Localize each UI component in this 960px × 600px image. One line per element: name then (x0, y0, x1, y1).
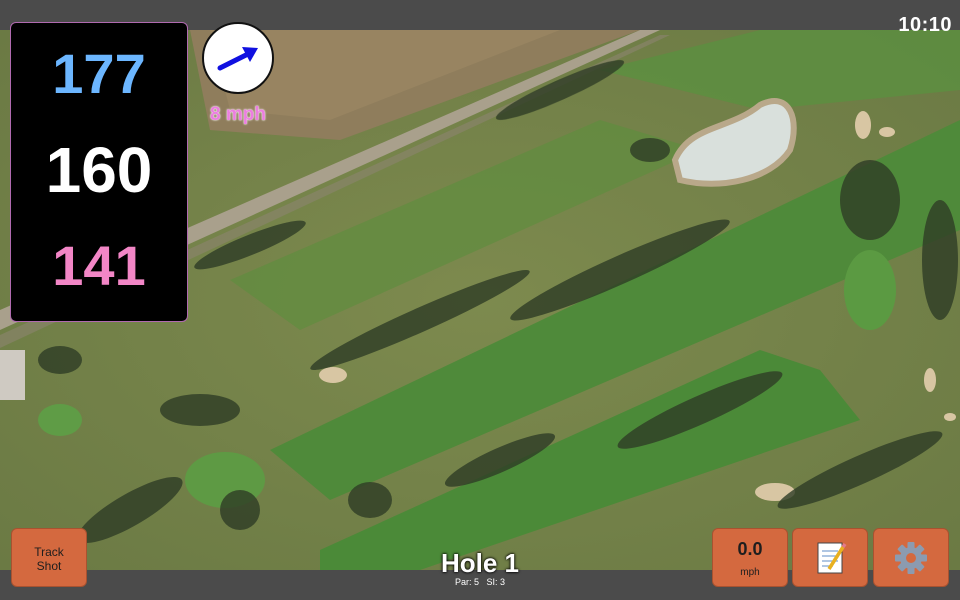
notes-button[interactable] (792, 528, 868, 587)
hole-info: Par: 5 SI: 3 (380, 577, 580, 587)
speed-unit: mph (740, 567, 760, 578)
wind-direction-indicator (202, 22, 274, 94)
back-yardage: 177 (52, 42, 146, 105)
track-shot-label: Track Shot (34, 545, 64, 573)
clock: 10:10 (898, 14, 952, 36)
middle-yardage: 160 (45, 134, 153, 206)
speed-button[interactable]: 0.0 mph (712, 528, 788, 587)
front-yardage: 141 (52, 234, 146, 297)
wind-speed-label: 8 mph (210, 104, 266, 125)
track-shot-button[interactable]: Track Shot (11, 528, 87, 587)
wind-arrow-icon (217, 47, 258, 71)
notepad-icon (817, 542, 847, 574)
par-label: Par: 5 (454, 577, 479, 587)
settings-button[interactable] (873, 528, 949, 587)
yardage-panel: 177 160 141 (10, 22, 188, 322)
stroke-index-label: SI: 3 (486, 577, 506, 587)
hole-title: Hole 1 (440, 548, 520, 578)
gear-icon (895, 542, 927, 574)
speed-value: 0.0 (737, 539, 763, 559)
